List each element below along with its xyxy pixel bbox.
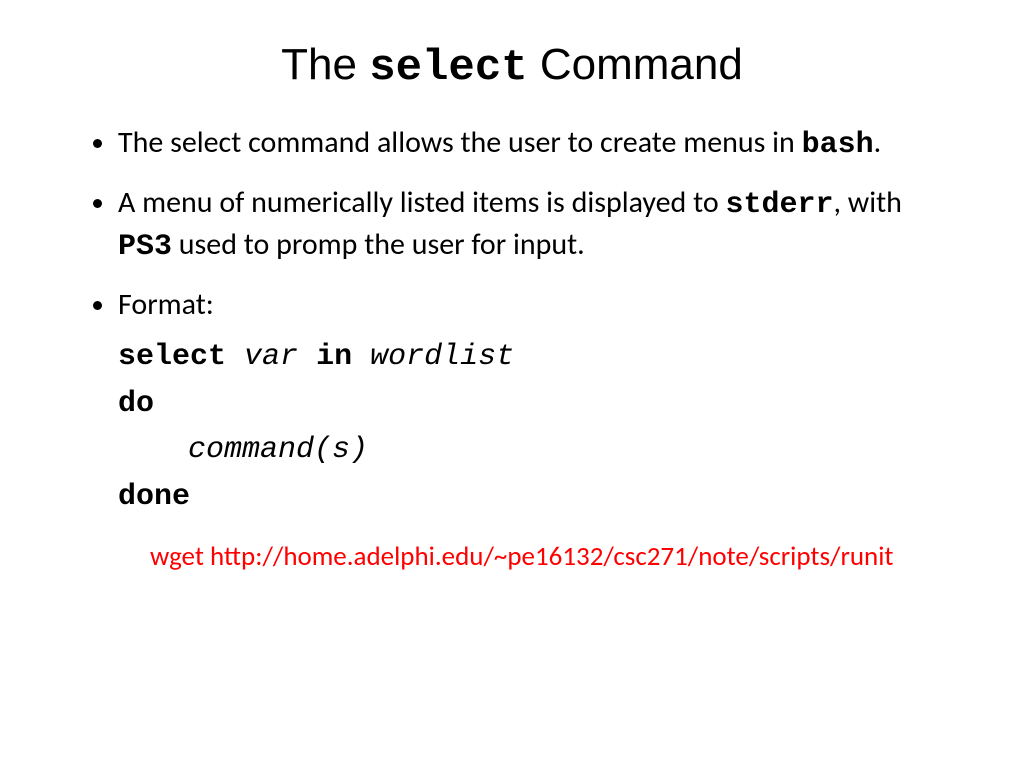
b2-t1: A menu of numerically listed items is di… <box>118 184 725 221</box>
title-post: Command <box>528 40 743 89</box>
b3-t1: Format: <box>118 286 214 323</box>
footer-command: wget http://home.adelphi.edu/~pe16132/cs… <box>150 540 930 574</box>
slide: The select Command The select command al… <box>0 0 1024 768</box>
title-code: select <box>369 43 527 93</box>
bullet-2: A menu of numerically listed items is di… <box>118 183 944 267</box>
b2-c1: stderr <box>725 188 833 222</box>
bullet-3: Format: <box>118 285 944 324</box>
b1-t2: . <box>874 124 882 161</box>
b2-t3: used to promp the user for input. <box>172 226 585 263</box>
b1-t1: The select command allows the user to cr… <box>118 124 802 161</box>
sp1 <box>226 340 244 374</box>
code-line-1: select var in wordlist <box>118 334 944 381</box>
b1-c1: bash <box>802 128 874 162</box>
it-var: var <box>244 340 298 374</box>
it-wordlist: wordlist <box>370 340 514 374</box>
b2-c2: PS3 <box>118 230 172 264</box>
code-line-3: command(s) <box>118 427 944 474</box>
code-block: select var in wordlist do command(s) don… <box>118 334 944 520</box>
b2-t2: , with <box>834 184 902 221</box>
code-line-4: done <box>118 474 944 521</box>
slide-title: The select Command <box>80 40 944 93</box>
kw-select: select <box>118 340 226 374</box>
bullet-list: The select command allows the user to cr… <box>80 123 944 324</box>
kw-in: in <box>316 340 352 374</box>
code-line-2: do <box>118 381 944 428</box>
sp2 <box>298 340 316 374</box>
title-pre: The <box>281 40 369 89</box>
sp3 <box>352 340 370 374</box>
bullet-1: The select command allows the user to cr… <box>118 123 944 165</box>
